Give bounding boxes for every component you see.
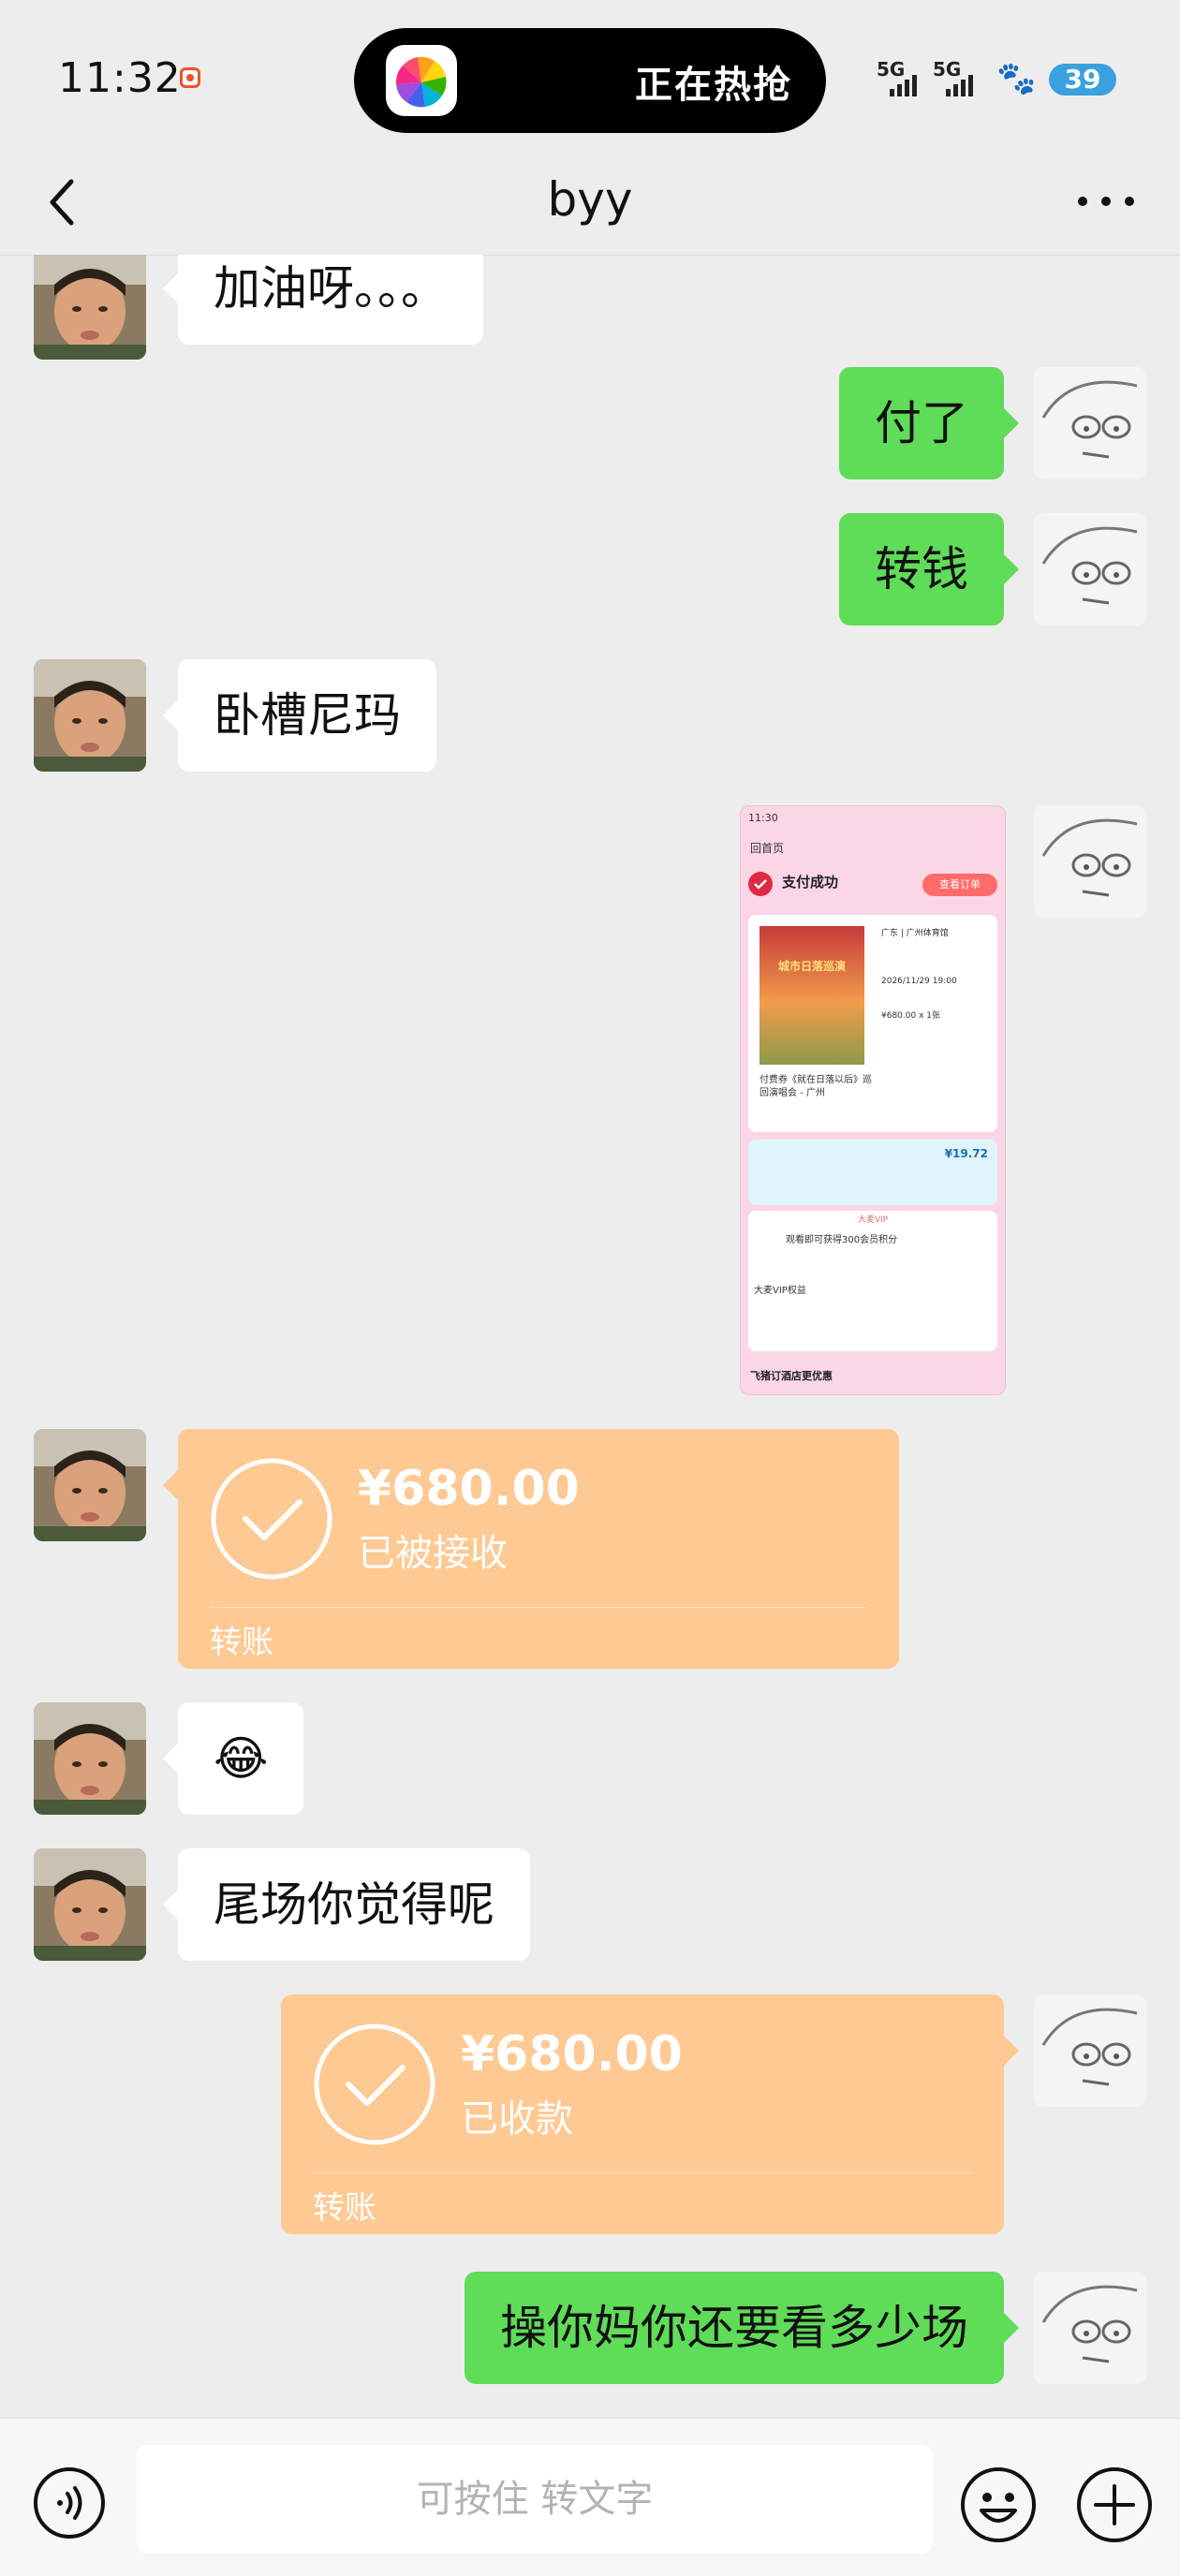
shot-deal-price: ¥19.72 — [944, 1147, 988, 1160]
shot-price: ¥680.00 x 1张 — [881, 1011, 940, 1021]
transfer-status: 已收款 — [461, 2098, 573, 2141]
more-icon[interactable] — [1073, 178, 1139, 225]
transfer-status: 已被接收 — [358, 1532, 508, 1575]
transfer-divider — [210, 1607, 867, 1608]
shot-view-order: 查看订单 — [922, 874, 997, 896]
self-avatar[interactable] — [1034, 513, 1146, 626]
check-circle-icon — [313, 2023, 436, 2146]
message-bubble[interactable]: 尾场你觉得呢 — [163, 1848, 530, 1961]
battery-icon: 39 — [1049, 64, 1116, 96]
image-message[interactable]: 11:30 回首页 支付成功 查看订单 城市日落巡演 广东 | 广州体育馆 20… — [740, 805, 1006, 1395]
shot-vip-line: 观看即可获得300会员积分 — [786, 1235, 898, 1245]
chat-title: byy — [547, 172, 633, 227]
transfer-label: 转账 — [313, 2189, 376, 2227]
shot-back: 回首页 — [750, 842, 785, 855]
message-bubble[interactable]: 操你妈你还要看多少场 — [465, 2272, 1019, 2384]
contact-avatar[interactable] — [34, 659, 146, 772]
shot-show-name: 付费券《就在日落以后》巡回演唱会 - 广州 — [760, 1075, 872, 1098]
island-label: 正在热抢 — [635, 64, 792, 107]
shot-time: 11:30 — [748, 812, 778, 824]
message-bubble[interactable]: 加油呀。。。 — [163, 255, 483, 345]
signal-icon — [890, 75, 917, 96]
paw-icon: 🐾 — [996, 60, 1037, 97]
shot-poster-title: 城市日落巡演 — [777, 960, 846, 973]
plus-icon[interactable] — [1075, 2466, 1154, 2544]
app-icon — [386, 45, 457, 116]
self-avatar[interactable] — [1034, 1995, 1146, 2107]
transfer-divider — [313, 2172, 972, 2173]
contact-avatar[interactable] — [34, 1429, 146, 1541]
shot-pay-success: 支付成功 — [782, 874, 839, 891]
shot-footer: 飞猪订酒店更优惠 — [750, 1370, 833, 1382]
voice-icon[interactable] — [32, 2466, 107, 2540]
success-icon — [748, 872, 773, 896]
signal-icon — [946, 75, 973, 96]
self-avatar[interactable] — [1034, 805, 1146, 918]
transfer-label: 转账 — [210, 1624, 273, 1661]
shot-vip-title: 大麦VIP — [857, 1215, 889, 1225]
contact-avatar[interactable] — [34, 255, 146, 360]
emoji-message[interactable]: 😂 — [162, 1702, 304, 1815]
status-bar: 11:32 正在热抢 5G 5G 🐾 39 — [0, 0, 1180, 150]
shot-benefit-title: 大麦VIP权益 — [754, 1286, 806, 1296]
shot-venue: 广东 | 广州体育馆 — [881, 929, 949, 938]
shot-date: 2026/11/29 19:00 — [881, 977, 957, 986]
self-avatar[interactable] — [1034, 367, 1146, 479]
self-avatar[interactable] — [1034, 2272, 1146, 2384]
chat-header: byy — [0, 150, 1180, 256]
recording-icon — [180, 67, 200, 88]
message-bubble[interactable]: 卧槽尼玛 — [163, 659, 436, 772]
transfer-amount: ¥680.00 — [461, 2026, 683, 2083]
contact-avatar[interactable] — [34, 1848, 146, 1961]
message-list[interactable]: 加油呀。。。 付了 转钱 卧槽尼玛 11:30 回首页 支付成功 查看订单 城市… — [0, 255, 1180, 2418]
message-bubble[interactable]: 转钱 — [839, 513, 1019, 626]
transfer-card[interactable]: ¥680.00 已收款 转账 — [281, 1995, 1019, 2234]
check-circle-icon — [210, 1457, 333, 1581]
shot-poster: 城市日落巡演 — [760, 926, 864, 1065]
input-bar: 可按住 转文字 — [0, 2418, 1180, 2576]
contact-avatar[interactable] — [34, 1702, 146, 1815]
emoji-icon[interactable] — [959, 2466, 1038, 2544]
transfer-card[interactable]: ¥680.00 已被接收 转账 — [163, 1429, 899, 1669]
message-input[interactable]: 可按住 转文字 — [137, 2445, 933, 2554]
dynamic-island[interactable]: 正在热抢 — [354, 28, 826, 133]
status-time: 11:32 — [58, 54, 182, 102]
message-bubble[interactable]: 付了 — [839, 367, 1019, 479]
transfer-amount: ¥680.00 — [358, 1461, 580, 1517]
